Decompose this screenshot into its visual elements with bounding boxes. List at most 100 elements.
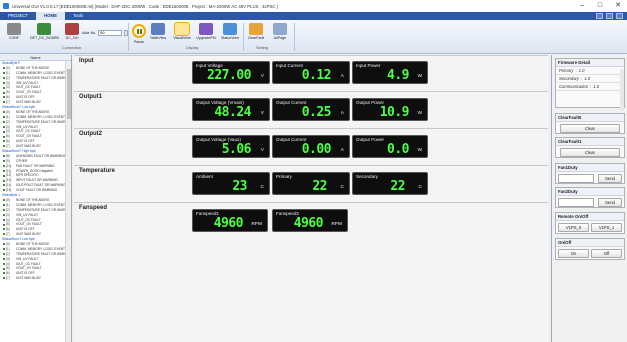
status-bit-text: COMM, MEMORY, LOGIC EVENT bbox=[16, 202, 65, 207]
fan2duty-title: Fan2Duty bbox=[556, 188, 624, 196]
about-icon[interactable] bbox=[616, 13, 623, 19]
meter-unit: C bbox=[418, 185, 422, 190]
meter-fanspeed1: Fanspeed1 4960 RPM bbox=[192, 209, 268, 232]
status-bit-text: NONE OF THE ABOVE bbox=[16, 197, 50, 202]
firmware-sep: : bbox=[575, 68, 577, 73]
status-bit-text: VOUT_OV FAULT bbox=[16, 134, 42, 139]
status-led-icon bbox=[3, 199, 5, 202]
status-tree-list: StatusByte F [0] NONE OF THE ABOVE [1] COMM,… bbox=[0, 61, 66, 281]
status-bit-text: VOUT_OV FAULT bbox=[16, 222, 42, 227]
status-bit-text: VOUT FAULT OR WARNING bbox=[16, 188, 58, 193]
on-button[interactable]: On bbox=[558, 249, 589, 258]
fan2duty-send-button[interactable]: Send bbox=[598, 198, 622, 207]
status-led-icon bbox=[3, 164, 5, 167]
clearfault1-button[interactable]: Clear bbox=[560, 148, 620, 157]
status-led-icon bbox=[3, 140, 5, 143]
pause-icon[interactable] bbox=[132, 24, 146, 38]
meter-input-voltage: Input Voltage 227.00 V bbox=[192, 61, 270, 84]
det-dc-board-label: DET_DC_BOARD bbox=[30, 36, 60, 40]
status-led-icon bbox=[3, 208, 5, 211]
clearfault0-button[interactable]: Clear bbox=[560, 124, 620, 133]
off-button[interactable]: Off bbox=[591, 249, 622, 258]
firmware-sep: : bbox=[581, 76, 583, 81]
fan1duty-box: Fan1Duty Send bbox=[555, 163, 625, 184]
firmware-detail-box: Firmware Detail Primary:1.0 Secondary:1.… bbox=[555, 58, 625, 111]
meter-unit: C bbox=[260, 185, 264, 190]
control-icon bbox=[65, 23, 79, 35]
help-icon[interactable] bbox=[596, 13, 603, 19]
status-bit-text: IOUT_OC FAULT bbox=[16, 217, 41, 222]
ribbon-separator bbox=[128, 23, 129, 51]
status-bit-text: VIN_UV FAULT bbox=[16, 212, 39, 217]
meter-value: 0.25 bbox=[301, 105, 332, 120]
address-input[interactable]: B0 bbox=[98, 30, 123, 36]
status-led-icon bbox=[3, 277, 5, 280]
status-led-icon bbox=[3, 76, 5, 79]
status-led-icon bbox=[3, 262, 5, 265]
tableview-button[interactable]: TableView bbox=[146, 23, 170, 40]
ribbon-separator bbox=[294, 23, 295, 51]
firmware-label: Secondary bbox=[559, 76, 580, 81]
pause-button[interactable]: Pause bbox=[127, 40, 151, 46]
v1ps0-button[interactable]: V1PS_0 bbox=[558, 223, 589, 232]
status-bit-text: COMM, MEMORY, LOGIC EVENT bbox=[16, 114, 65, 119]
firmware-row-communication: Communication:1.0 bbox=[556, 83, 624, 91]
visualview-label: VisualView bbox=[173, 36, 191, 40]
conf-button[interactable]: CONF bbox=[2, 23, 26, 40]
status-led-icon bbox=[3, 86, 5, 89]
onoff-title: On/Off bbox=[556, 239, 624, 247]
meter-value: 48.24 bbox=[214, 105, 251, 120]
clearfault-button[interactable]: ClearFault bbox=[244, 23, 268, 40]
meter-unit: RPM bbox=[331, 222, 342, 227]
meter-value: 4960 bbox=[213, 216, 244, 231]
meter-value: 0.12 bbox=[301, 68, 332, 83]
status-bit-text: VOUT_OV FAULT bbox=[16, 90, 42, 95]
status-led-icon bbox=[3, 189, 5, 192]
statusview-button[interactable]: StatusView bbox=[218, 23, 242, 40]
clearfault0-box: ClearFault0 Clear bbox=[555, 113, 625, 134]
visualview-button[interactable]: VisualView bbox=[170, 22, 194, 40]
meter-value: 227.00 bbox=[207, 68, 251, 83]
control-panel: Firmware Detail Primary:1.0 Secondary:1.… bbox=[551, 55, 627, 342]
v1ps1-button[interactable]: V1PS_1 bbox=[591, 223, 622, 232]
minimize-button[interactable]: – bbox=[573, 0, 591, 12]
layout-icon[interactable] bbox=[606, 13, 613, 19]
meter-output2-voltage: Output Voltage (Vaux) 5.06 V bbox=[192, 135, 270, 158]
status-bit-text: UNIT IS OFF bbox=[16, 95, 35, 100]
meter-unit: W bbox=[417, 148, 422, 153]
dc-ctrl-button[interactable]: DC_Ctrl bbox=[60, 23, 84, 40]
tab-home[interactable]: HOME bbox=[36, 12, 65, 20]
status-led-icon bbox=[3, 233, 5, 236]
status-bit-row: [7] UNIT WAS BUSY bbox=[0, 276, 66, 281]
firmware-value: 1.0 bbox=[584, 76, 591, 81]
meter-unit: A bbox=[340, 74, 344, 79]
meter-label: Output Power bbox=[356, 137, 385, 142]
section-output2-title: Output2 bbox=[79, 131, 102, 137]
address-label: Addr No. bbox=[82, 31, 97, 35]
group-display-label: Display bbox=[186, 46, 199, 50]
status-tree-scrollbar[interactable] bbox=[65, 61, 71, 342]
upgradepm-button[interactable]: UpgradePM bbox=[194, 23, 218, 40]
menu-right-icons bbox=[596, 13, 627, 20]
status-led-icon bbox=[3, 174, 5, 177]
status-bit-text: UNIT IS OFF bbox=[16, 271, 35, 276]
scrollbar-thumb[interactable] bbox=[67, 69, 71, 119]
firmware-scrollbar[interactable] bbox=[620, 69, 624, 111]
allpage-button[interactable]: AllPage bbox=[268, 23, 292, 40]
status-bit-text: UNKNOWN FAULT OR WARNING bbox=[16, 153, 66, 158]
status-bit-text: COMM, MEMORY, LOGIC EVENT bbox=[16, 246, 65, 251]
det-dc-board-button[interactable]: DET_DC_BOARD bbox=[30, 23, 60, 40]
tab-project[interactable]: PROJECT bbox=[0, 12, 36, 20]
meter-value: 0.0 bbox=[387, 142, 409, 157]
fan2duty-input[interactable] bbox=[558, 198, 594, 207]
fan1duty-send-button[interactable]: Send bbox=[598, 174, 622, 183]
tab-tools[interactable]: Tools bbox=[65, 12, 91, 20]
fan1duty-input[interactable] bbox=[558, 174, 594, 183]
meter-unit: W bbox=[417, 74, 422, 79]
status-led-icon bbox=[3, 169, 5, 172]
status-bit-text: IOUT_OC FAULT bbox=[16, 261, 41, 266]
close-button[interactable]: ✕ bbox=[609, 0, 627, 12]
app-icon bbox=[3, 3, 9, 9]
maximize-button[interactable]: □ bbox=[591, 0, 609, 12]
title-bar: Universal GUI V1.0.0.17 [EDE1500008.mt] … bbox=[0, 0, 627, 12]
